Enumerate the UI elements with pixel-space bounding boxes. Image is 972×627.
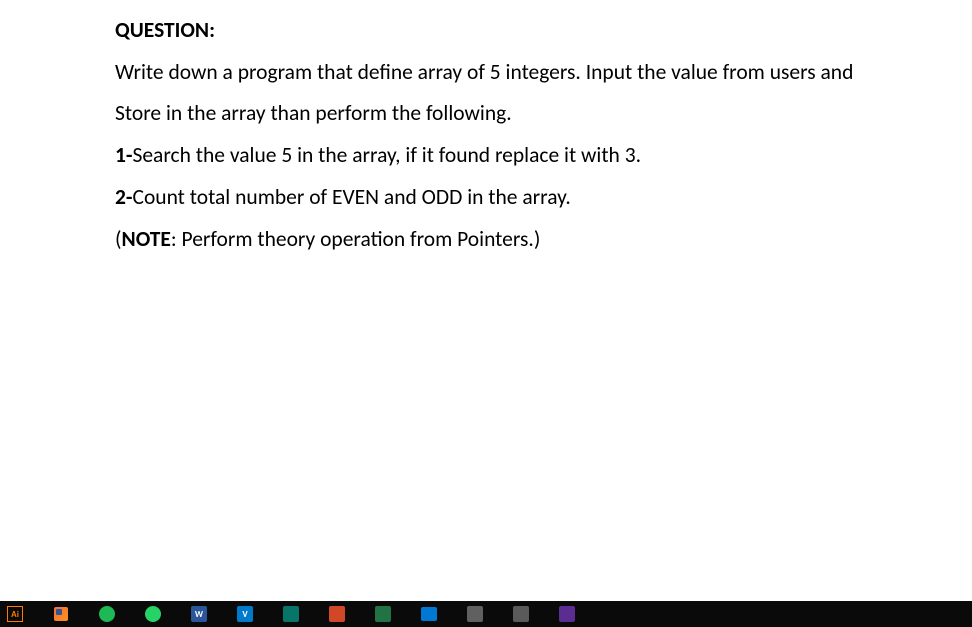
question-heading: QUESTION: <box>115 10 862 52</box>
note-bold: NOTE <box>122 226 171 252</box>
excel-icon[interactable] <box>374 605 392 623</box>
list-item-2: 2-Count total number of EVEN and ODD in … <box>115 177 862 219</box>
heading-text: QUESTION: <box>115 17 215 43</box>
item-2-text: Count total number of EVEN and ODD in th… <box>132 184 570 210</box>
taskbar: Ai W V <box>0 601 972 627</box>
paragraph-line-2: Store in the array than perform the foll… <box>115 93 862 135</box>
document-content: QUESTION: Write down a program that defi… <box>0 0 972 260</box>
visual-studio-icon[interactable] <box>558 605 576 623</box>
mail-icon[interactable] <box>420 605 438 623</box>
vscode-icon[interactable]: V <box>236 605 254 623</box>
whatsapp-icon[interactable] <box>144 605 162 623</box>
item-1-prefix: 1- <box>115 142 132 168</box>
math-icon[interactable] <box>466 605 484 623</box>
item-1-text: Search the value 5 in the array, if it f… <box>132 142 641 168</box>
publisher-icon[interactable] <box>282 605 300 623</box>
spotify-icon[interactable] <box>98 605 116 623</box>
word-icon[interactable]: W <box>190 605 208 623</box>
powerpoint-icon[interactable] <box>328 605 346 623</box>
photoshop-icon[interactable] <box>52 605 70 623</box>
note-line: (NOTE: Perform theory operation from Poi… <box>115 219 862 261</box>
settings-icon[interactable] <box>512 605 530 623</box>
note-text: : Perform theory operation from Pointers… <box>171 226 540 252</box>
paragraph-line-1: Write down a program that define array o… <box>115 52 862 94</box>
list-item-1: 1-Search the value 5 in the array, if it… <box>115 135 862 177</box>
item-2-prefix: 2- <box>115 184 132 210</box>
illustrator-icon[interactable]: Ai <box>6 605 24 623</box>
